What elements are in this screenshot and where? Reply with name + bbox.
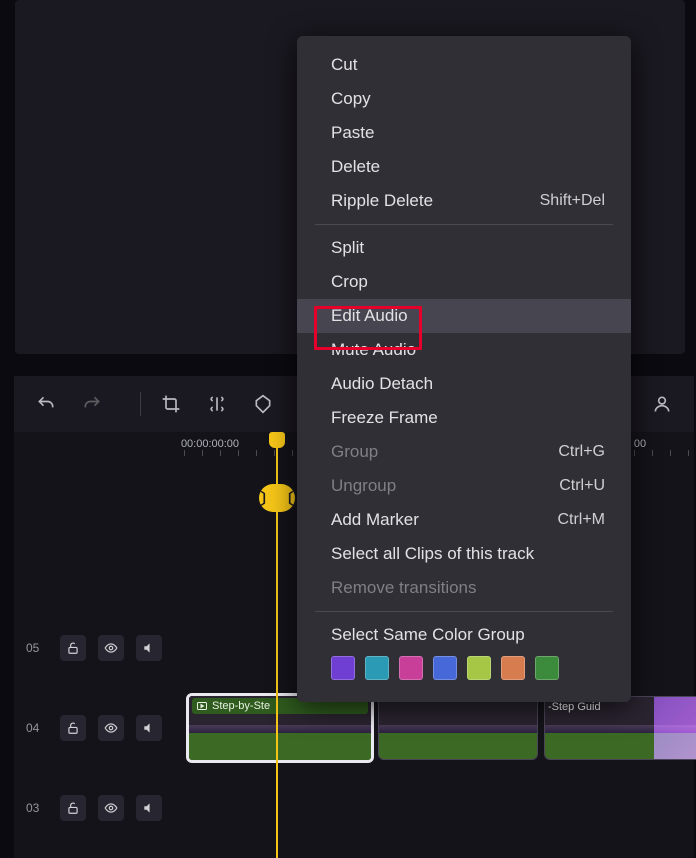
menu-item-crop[interactable]: Crop <box>297 265 631 299</box>
menu-item-mute-audio[interactable]: Mute Audio <box>297 333 631 367</box>
menu-item-add-marker[interactable]: Add Marker Ctrl+M <box>297 503 631 537</box>
lock-track-button[interactable] <box>60 635 86 661</box>
ruler-label: 00:00:00:00 <box>181 438 239 450</box>
unlock-icon <box>66 721 80 735</box>
marker-icon <box>253 394 273 414</box>
clip-label: Step-by-Ste <box>212 700 270 712</box>
menu-item-label: Freeze Frame <box>331 408 438 428</box>
split-icon <box>207 394 227 414</box>
menu-item-cut[interactable]: Cut <box>297 48 631 82</box>
menu-item-ripple-delete[interactable]: Ripple Delete Shift+Del <box>297 184 631 218</box>
mute-button[interactable] <box>136 795 162 821</box>
track-number: 03 <box>26 801 52 815</box>
clip-label: -Step Guid <box>548 701 696 713</box>
color-swatch[interactable] <box>399 656 423 680</box>
speaker-icon <box>142 721 156 735</box>
speaker-icon <box>142 641 156 655</box>
clip-c[interactable]: -Step Guid <box>544 696 696 760</box>
menu-item-shortcut: Ctrl+U <box>559 477 605 495</box>
visibility-button[interactable] <box>98 635 124 661</box>
track-head: 05 <box>14 608 184 688</box>
menu-item-label: Select Same Color Group <box>331 625 525 645</box>
menu-separator <box>315 224 613 225</box>
menu-item-audio-detach[interactable]: Audio Detach <box>297 367 631 401</box>
menu-item-label: Ungroup <box>331 476 396 496</box>
color-swatch[interactable] <box>535 656 559 680</box>
color-swatch[interactable] <box>501 656 525 680</box>
menu-item-label: Crop <box>331 272 368 292</box>
mute-button[interactable] <box>136 715 162 741</box>
menu-item-label: Add Marker <box>331 510 419 530</box>
color-swatch[interactable] <box>467 656 491 680</box>
bracket-left-icon: 〕 <box>260 488 275 509</box>
color-swatch[interactable] <box>365 656 389 680</box>
menu-item-shortcut: Shift+Del <box>540 192 605 210</box>
clip-b[interactable] <box>378 696 538 760</box>
redo-button[interactable] <box>78 390 106 418</box>
menu-item-label: Edit Audio <box>331 306 408 326</box>
menu-item-label: Select all Clips of this track <box>331 544 534 564</box>
track-number: 04 <box>26 721 52 735</box>
menu-item-group: Group Ctrl+G <box>297 435 631 469</box>
video-icon <box>196 700 208 712</box>
menu-item-freeze-frame[interactable]: Freeze Frame <box>297 401 631 435</box>
eye-icon <box>104 721 118 735</box>
menu-item-label: Split <box>331 238 364 258</box>
track-row-03: 03 <box>14 768 694 848</box>
menu-item-paste[interactable]: Paste <box>297 116 631 150</box>
track-head: 03 <box>14 768 184 848</box>
visibility-button[interactable] <box>98 795 124 821</box>
menu-item-label: Delete <box>331 157 380 177</box>
user-button[interactable] <box>648 390 676 418</box>
menu-item-delete[interactable]: Delete <box>297 150 631 184</box>
crop-tool-button[interactable] <box>157 390 185 418</box>
eye-icon <box>104 801 118 815</box>
playhead-handle[interactable]: 〕 〔 <box>259 484 295 512</box>
lock-track-button[interactable] <box>60 795 86 821</box>
menu-item-label: Audio Detach <box>331 374 433 394</box>
menu-item-shortcut: Ctrl+M <box>557 511 605 529</box>
color-swatch[interactable] <box>433 656 457 680</box>
menu-separator <box>315 611 613 612</box>
menu-item-shortcut: Ctrl+G <box>558 443 605 461</box>
bracket-right-icon: 〔 <box>279 488 294 509</box>
menu-item-remove-transitions: Remove transitions <box>297 571 631 605</box>
undo-icon <box>36 394 56 414</box>
eye-icon <box>104 641 118 655</box>
speaker-icon <box>142 801 156 815</box>
menu-item-edit-audio[interactable]: Edit Audio <box>297 299 631 333</box>
menu-item-split[interactable]: Split <box>297 231 631 265</box>
redo-icon <box>82 394 102 414</box>
menu-item-label: Paste <box>331 123 374 143</box>
menu-item-select-all-clips-of-this-track[interactable]: Select all Clips of this track <box>297 537 631 571</box>
split-tool-button[interactable] <box>203 390 231 418</box>
menu-item-select-same-color-group[interactable]: Select Same Color Group <box>297 618 631 652</box>
undo-button[interactable] <box>32 390 60 418</box>
crop-icon <box>161 394 181 414</box>
track-head: 04 <box>14 688 184 768</box>
menu-item-ungroup: Ungroup Ctrl+U <box>297 469 631 503</box>
menu-item-label: Copy <box>331 89 371 109</box>
menu-item-label: Ripple Delete <box>331 191 433 211</box>
unlock-icon <box>66 801 80 815</box>
context-menu: Cut Copy Paste Delete Ripple Delete Shift+Del… <box>297 36 631 702</box>
track-number: 05 <box>26 641 52 655</box>
clip-a[interactable]: Step-by-Ste <box>186 693 374 763</box>
marker-tool-button[interactable] <box>249 390 277 418</box>
clip-thumbnail <box>379 697 537 759</box>
mute-button[interactable] <box>136 635 162 661</box>
ruler-label: 00 <box>634 438 646 450</box>
menu-item-copy[interactable]: Copy <box>297 82 631 116</box>
color-swatch[interactable] <box>331 656 355 680</box>
unlock-icon <box>66 641 80 655</box>
user-icon <box>652 394 672 414</box>
color-group-row <box>297 652 631 690</box>
menu-item-label: Cut <box>331 55 357 75</box>
visibility-button[interactable] <box>98 715 124 741</box>
menu-item-label: Mute Audio <box>331 340 416 360</box>
menu-item-label: Group <box>331 442 378 462</box>
lock-track-button[interactable] <box>60 715 86 741</box>
menu-item-label: Remove transitions <box>331 578 477 598</box>
divider <box>140 392 141 416</box>
